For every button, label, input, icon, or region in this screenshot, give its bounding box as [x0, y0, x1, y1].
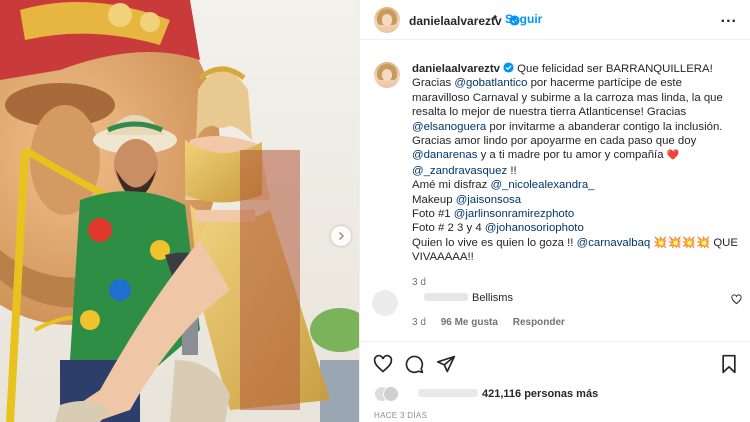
liker-names-blurred — [418, 389, 478, 397]
caption-line: Makeup @jaisonsosa — [412, 193, 742, 207]
caption-text: Foto # 2 3 y 4 — [412, 222, 485, 235]
mention-link[interactable]: @_nicolealexandra_ — [490, 179, 594, 191]
caption-text: Amé mi disfraz — [412, 179, 491, 192]
post-actions: 421,116 personas más HACE 3 DÍAS — [360, 341, 750, 422]
caption-age: 3 d — [412, 276, 426, 288]
caption-username[interactable]: danielaalvareztv — [412, 63, 500, 75]
mention-link[interactable]: @jarlinsonramirezphoto — [454, 208, 574, 220]
caption-text: y a ti madre por tu amor y compañía — [477, 149, 667, 162]
verified-badge-icon — [503, 62, 514, 73]
caption-line: Foto # 2 3 y 4 @johanosoriophoto — [412, 221, 742, 235]
likes-count: 421,116 — [482, 388, 522, 400]
caption-line: Foto #1 @jarlinsonramirezphoto — [412, 207, 742, 221]
comment-meta: 3 d 96 Me gusta Responder — [412, 317, 577, 328]
mention-link[interactable]: @carnavalbaq — [577, 237, 651, 249]
author-name-wrap: danielaalvareztv — [409, 12, 520, 30]
heart-icon[interactable] — [373, 354, 393, 374]
bookmark-icon[interactable] — [720, 354, 738, 374]
mention-link[interactable]: @johanosoriophoto — [485, 222, 584, 234]
caption-main: danielaalvareztv Que felicidad ser BARRA… — [412, 62, 742, 178]
follow-button[interactable]: Seguir — [505, 12, 542, 26]
caption-line: Quien lo vive es quien lo goza !! @carna… — [412, 236, 742, 265]
reply-button[interactable]: Responder — [513, 317, 565, 328]
post-sidebar: danielaalvareztv • Seguir ... danielaalv… — [359, 0, 750, 422]
comment-text-wrap: Bellisms — [424, 292, 513, 304]
comment-like-heart-icon[interactable] — [731, 294, 742, 305]
instagram-post: danielaalvareztv • Seguir ... danielaalv… — [0, 0, 750, 422]
carousel-next-button[interactable] — [331, 226, 351, 246]
caption-credit-lines: Amé mi disfraz @_nicolealexandra_ Makeup … — [412, 178, 742, 264]
caption-text: Quien lo vive es quien lo goza !! — [412, 236, 577, 249]
more-options-icon[interactable]: ... — [721, 9, 737, 27]
commenter-avatar[interactable] — [372, 290, 398, 316]
commenter-username-blurred — [424, 293, 468, 301]
caption-body: Que felicidad ser BARRANQUILLERA! Gracia… — [412, 63, 723, 177]
caption-text: Foto #1 — [412, 208, 454, 221]
caption-text: !! — [507, 164, 517, 177]
post-photo[interactable] — [0, 0, 359, 422]
likes-suffix: personas más — [521, 388, 599, 400]
author-avatar[interactable] — [374, 7, 400, 33]
post-caption: danielaalvareztv Que felicidad ser BARRA… — [412, 62, 742, 290]
mention-link[interactable]: @_zandravasquez — [412, 165, 507, 177]
chevron-right-icon — [339, 232, 344, 240]
share-icon[interactable] — [436, 354, 456, 374]
carnival-photo-illustration — [0, 0, 359, 422]
posted-time: HACE 3 DÍAS — [374, 411, 428, 420]
heart-emoji: ❤️ — [666, 150, 680, 162]
comment-icon[interactable] — [404, 354, 424, 374]
separator-dot: • — [493, 10, 498, 24]
author-username[interactable]: danielaalvareztv — [409, 14, 502, 28]
mention-link[interactable]: @gobatlantico — [454, 77, 527, 89]
comment-text: Bellisms — [472, 292, 513, 304]
caption-avatar[interactable] — [374, 62, 400, 88]
caption-text: Makeup — [412, 193, 456, 206]
comment-likes[interactable]: 96 Me gusta — [441, 317, 498, 328]
mention-link[interactable]: @danarenas — [412, 149, 477, 161]
likes-summary[interactable]: 421,116 personas más — [374, 386, 599, 402]
mention-link[interactable]: @jaisonsosa — [456, 194, 521, 206]
comment-age: 3 d — [412, 317, 426, 328]
mention-link[interactable]: @elsanoguera — [412, 121, 486, 133]
post-header: danielaalvareztv • Seguir ... — [360, 0, 750, 40]
comment-item: Bellisms — [372, 290, 742, 316]
likers-avatars — [374, 386, 418, 402]
caption-line: Amé mi disfraz @_nicolealexandra_ — [412, 178, 742, 192]
